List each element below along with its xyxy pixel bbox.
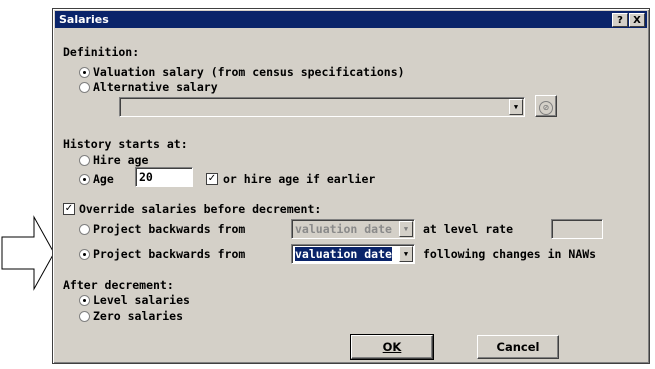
hire-earlier-label: or hire age if earlier <box>223 172 376 186</box>
override-label: Override salaries before decrement: <box>79 202 322 216</box>
history-heading: History starts at: <box>63 137 188 151</box>
age-input[interactable]: 20 <box>135 167 193 187</box>
callout-arrow-icon <box>1 215 55 291</box>
chevron-down-icon: ▼ <box>509 99 523 115</box>
ok-button[interactable]: OK <box>350 334 434 360</box>
chevron-down-icon: ▼ <box>399 221 413 237</box>
alternative-salary-radio[interactable] <box>79 82 90 93</box>
project1-label: Project backwards from <box>93 222 246 236</box>
window-title: Salaries <box>59 13 109 26</box>
zero-salaries-radio[interactable] <box>79 311 90 322</box>
project-naw-radio[interactable] <box>79 249 90 260</box>
lookup-button[interactable]: ⊘ <box>535 95 557 117</box>
alternative-salary-label: Alternative salary <box>93 80 218 94</box>
project2-label: Project backwards from <box>93 247 246 261</box>
age-label: Age <box>93 172 114 186</box>
close-button[interactable]: X <box>629 13 645 27</box>
hire-earlier-checkbox[interactable]: ✓ <box>206 173 218 185</box>
after-heading: After decrement: <box>63 278 174 292</box>
chevron-down-icon: ▼ <box>399 246 413 262</box>
age-radio[interactable] <box>79 174 90 185</box>
project1-select[interactable]: valuation date ▼ <box>291 219 415 239</box>
valuation-salary-label: Valuation salary (from census specificat… <box>93 65 405 79</box>
project2-select[interactable]: valuation date ▼ <box>291 244 415 264</box>
hire-age-radio[interactable] <box>79 155 90 166</box>
level-salaries-radio[interactable] <box>79 295 90 306</box>
project-level-rate-radio[interactable] <box>79 224 90 235</box>
level-rate-label: at level rate <box>423 222 514 236</box>
naw-label: following changes in NAWs <box>423 247 597 261</box>
lookup-icon: ⊘ <box>539 101 553 115</box>
help-button[interactable]: ? <box>612 13 628 27</box>
hire-age-label: Hire age <box>93 153 149 167</box>
level-rate-input[interactable] <box>551 219 603 239</box>
salaries-dialog: Salaries ? X Definition: Valuation salar… <box>52 8 650 364</box>
zero-salaries-label: Zero salaries <box>93 309 184 323</box>
cancel-button[interactable]: Cancel <box>477 335 559 359</box>
alternative-salary-select[interactable]: ▼ <box>119 97 525 117</box>
definition-heading: Definition: <box>63 45 140 59</box>
valuation-salary-radio[interactable] <box>79 67 90 78</box>
title-bar: Salaries ? X <box>55 11 647 28</box>
level-salaries-label: Level salaries <box>93 293 190 307</box>
override-checkbox[interactable]: ✓ <box>63 203 75 215</box>
